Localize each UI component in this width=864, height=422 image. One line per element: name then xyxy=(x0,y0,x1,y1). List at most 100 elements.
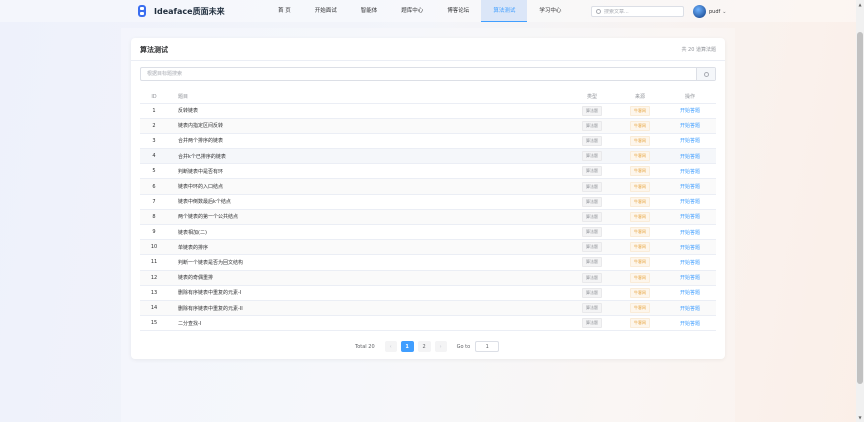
cell-type: 算法题 xyxy=(568,270,616,286)
start-answer-link[interactable]: 开始答题 xyxy=(680,108,700,114)
cell-op: 开始答题 xyxy=(664,209,716,226)
type-tag: 算法题 xyxy=(582,242,602,253)
nav-item-1[interactable]: 开始面试 xyxy=(303,0,349,22)
nav-item-6[interactable]: 学习中心 xyxy=(527,0,573,22)
cell-id: 2 xyxy=(140,118,168,134)
table-row[interactable]: 3 合并两个排序的链表 算法题 牛客网 开始答题 xyxy=(140,133,716,150)
table-row[interactable]: 14 删除有序链表中重复的元素-II 算法题 牛客网 开始答题 xyxy=(140,300,716,317)
cell-id: 4 xyxy=(140,148,168,165)
next-page-button[interactable]: › xyxy=(434,341,447,352)
source-tag: 牛客网 xyxy=(630,120,650,131)
table-row[interactable]: 10 单链表的排序 算法题 牛客网 开始答题 xyxy=(140,239,716,256)
start-answer-link[interactable]: 开始答题 xyxy=(680,184,700,190)
cell-op: 开始答题 xyxy=(664,133,716,150)
question-count: 共 20 道算法题 xyxy=(681,47,716,53)
pagination-total: Total 20 xyxy=(355,343,375,350)
source-tag: 牛客网 xyxy=(630,181,650,192)
brand-logo[interactable]: Ideaface质面未来 xyxy=(138,5,225,17)
start-answer-link[interactable]: 开始答题 xyxy=(680,230,700,236)
start-answer-link[interactable]: 开始答题 xyxy=(680,138,700,144)
scrollbar-thumb[interactable] xyxy=(857,32,863,384)
filter-search-button[interactable] xyxy=(696,68,715,80)
start-answer-link[interactable]: 开始答题 xyxy=(680,245,700,251)
cell-op: 开始答题 xyxy=(664,118,716,134)
cell-id: 15 xyxy=(140,315,168,332)
search-box[interactable] xyxy=(591,6,684,17)
cell-title: 判断一个链表是否为回文结构 xyxy=(168,254,568,271)
search-icon xyxy=(703,71,709,77)
start-answer-link[interactable]: 开始答题 xyxy=(680,123,700,129)
nav-item-5[interactable]: 算法测试 xyxy=(481,0,528,22)
cell-id: 13 xyxy=(140,285,168,301)
scroll-down-arrow-icon[interactable]: ▼ xyxy=(857,415,863,420)
type-tag: 算法题 xyxy=(582,318,602,329)
cell-title: 两个链表的第一个公共结点 xyxy=(168,209,568,226)
source-tag: 牛客网 xyxy=(630,196,650,207)
cell-id: 3 xyxy=(140,133,168,150)
cell-source: 牛客网 xyxy=(616,118,664,134)
cell-source: 牛客网 xyxy=(616,178,664,195)
source-tag: 牛客网 xyxy=(630,303,650,314)
cell-source: 牛客网 xyxy=(616,194,664,210)
start-answer-link[interactable]: 开始答题 xyxy=(680,169,700,175)
user-menu[interactable]: pudf ⌄ xyxy=(693,5,726,18)
cell-title: 删除有序链表中重复的元素-I xyxy=(168,285,568,301)
nav-item-2[interactable]: 智能体 xyxy=(349,0,390,22)
start-answer-link[interactable]: 开始答题 xyxy=(680,260,700,266)
table-row[interactable]: 5 判断链表中是否有环 算法题 牛客网 开始答题 xyxy=(140,163,716,180)
page-scrollbar[interactable]: ▲ ▼ xyxy=(856,0,864,422)
page-button-1[interactable]: 1 xyxy=(400,341,414,352)
table-row[interactable]: 4 合并k个已排序的链表 算法题 牛客网 开始答题 xyxy=(140,148,716,165)
start-answer-link[interactable]: 开始答题 xyxy=(680,306,700,312)
table-row[interactable]: 1 反转链表 算法题 牛客网 开始答题 xyxy=(140,103,716,119)
nav-item-0[interactable]: 首 页 xyxy=(266,0,303,22)
table-row[interactable]: 12 链表的奇偶重排 算法题 牛客网 开始答题 xyxy=(140,270,716,286)
nav-item-3[interactable]: 题库中心 xyxy=(389,0,435,22)
cell-source: 牛客网 xyxy=(616,300,664,317)
table-row[interactable]: 13 删除有序链表中重复的元素-I 算法题 牛客网 开始答题 xyxy=(140,285,716,301)
start-answer-link[interactable]: 开始答题 xyxy=(680,214,700,220)
start-answer-link[interactable]: 开始答题 xyxy=(680,321,700,327)
source-tag: 牛客网 xyxy=(630,287,650,298)
filter-input[interactable] xyxy=(141,68,696,80)
nav-item-4[interactable]: 博客论坛 xyxy=(435,0,481,22)
page-button-2[interactable]: 2 xyxy=(417,341,431,352)
top-nav: Ideaface质面未来 首 页开始面试 智能体 题库中心 博客论坛 算法测试 学习中心 … xyxy=(0,0,856,22)
cell-op: 开始答题 xyxy=(664,194,716,210)
cell-source: 牛客网 xyxy=(616,103,664,119)
divider xyxy=(131,60,725,61)
scroll-up-arrow-icon[interactable]: ▲ xyxy=(857,2,863,7)
cell-op: 开始答题 xyxy=(664,239,716,256)
table-row[interactable]: 11 判断一个链表是否为回文结构 算法题 牛客网 开始答题 xyxy=(140,254,716,271)
table-row[interactable]: 9 链表相加(二) 算法题 牛客网 开始答题 xyxy=(140,224,716,241)
cell-op: 开始答题 xyxy=(664,254,716,271)
start-answer-link[interactable]: 开始答题 xyxy=(680,275,700,281)
avatar[interactable] xyxy=(693,5,706,18)
cell-source: 牛客网 xyxy=(616,133,664,150)
table-row[interactable]: 15 二分查找-I 算法题 牛客网 开始答题 xyxy=(140,315,716,332)
algorithm-card: 算法测试 共 20 道算法题 ID 题目 类型 来源 操作 1反转链表算法题牛客… xyxy=(131,38,725,359)
prev-page-button[interactable]: ‹ xyxy=(384,341,397,352)
source-tag: 牛客网 xyxy=(630,135,650,146)
cell-type: 算法题 xyxy=(568,239,616,256)
cell-type: 算法题 xyxy=(568,178,616,195)
cell-title: 单链表的排序 xyxy=(168,239,568,256)
table-row[interactable]: 6 链表中环的入口结点 算法题 牛客网 开始答题 xyxy=(140,178,716,195)
start-answer-link[interactable]: 开始答题 xyxy=(680,199,700,205)
type-tag: 算法题 xyxy=(582,303,602,314)
source-tag: 牛客网 xyxy=(630,151,650,162)
cell-source: 牛客网 xyxy=(616,270,664,286)
chevron-down-icon[interactable]: ⌄ xyxy=(722,9,726,15)
table-row[interactable]: 7 链表中倒数最后k个结点 算法题 牛客网 开始答题 xyxy=(140,194,716,210)
table-row[interactable]: 2 链表内指定区间反转 算法题 牛客网 开始答题 xyxy=(140,118,716,134)
start-answer-link[interactable]: 开始答题 xyxy=(680,154,700,160)
start-answer-link[interactable]: 开始答题 xyxy=(680,290,700,296)
goto-page-input[interactable]: 1 xyxy=(475,341,500,352)
source-tag: 牛客网 xyxy=(630,272,650,283)
search-input[interactable] xyxy=(604,8,674,15)
col-source-header: 来源 xyxy=(616,91,664,104)
type-tag: 算法题 xyxy=(582,272,602,283)
table-row[interactable]: 8 两个链表的第一个公共结点 算法题 牛客网 开始答题 xyxy=(140,209,716,226)
cell-title: 二分查找-I xyxy=(168,315,568,332)
type-tag: 算法题 xyxy=(582,196,602,207)
